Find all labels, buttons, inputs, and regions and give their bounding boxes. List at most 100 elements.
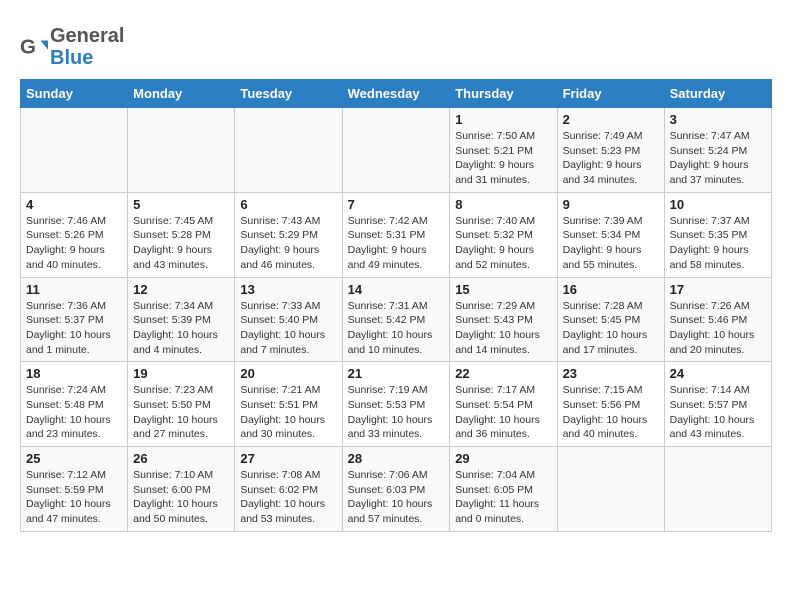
day-info: Sunrise: 7:29 AM Sunset: 5:43 PM Dayligh…: [455, 299, 551, 358]
day-cell: 6 Sunrise: 7:43 AM Sunset: 5:29 PM Daylig…: [235, 192, 342, 277]
day-info: Sunrise: 7:46 AM Sunset: 5:26 PM Dayligh…: [26, 214, 122, 273]
day-info: Sunrise: 7:08 AM Sunset: 6:02 PM Dayligh…: [240, 468, 336, 527]
day-cell: 5 Sunrise: 7:45 AM Sunset: 5:28 PM Daylig…: [128, 192, 235, 277]
day-info: Sunrise: 7:24 AM Sunset: 5:48 PM Dayligh…: [26, 383, 122, 442]
day-number: 20: [240, 366, 336, 381]
day-cell: 11 Sunrise: 7:36 AM Sunset: 5:37 PM Dayli…: [21, 277, 128, 362]
day-number: 26: [133, 451, 229, 466]
day-number: 27: [240, 451, 336, 466]
column-header-saturday: Saturday: [664, 80, 771, 108]
day-cell: 10 Sunrise: 7:37 AM Sunset: 5:35 PM Dayli…: [664, 192, 771, 277]
day-info: Sunrise: 7:04 AM Sunset: 6:05 PM Dayligh…: [455, 468, 551, 527]
day-number: 29: [455, 451, 551, 466]
day-info: Sunrise: 7:26 AM Sunset: 5:46 PM Dayligh…: [670, 299, 766, 358]
day-number: 12: [133, 282, 229, 297]
day-number: 3: [670, 112, 766, 127]
day-info: Sunrise: 7:42 AM Sunset: 5:31 PM Dayligh…: [348, 214, 445, 273]
day-info: Sunrise: 7:36 AM Sunset: 5:37 PM Dayligh…: [26, 299, 122, 358]
day-number: 8: [455, 197, 551, 212]
day-info: Sunrise: 7:28 AM Sunset: 5:45 PM Dayligh…: [563, 299, 659, 358]
day-cell: 9 Sunrise: 7:39 AM Sunset: 5:34 PM Daylig…: [557, 192, 664, 277]
day-number: 10: [670, 197, 766, 212]
day-cell: 23Sunrise: 7:15 AM Sunset: 5:56 PM Dayli…: [557, 362, 664, 447]
day-number: 28: [348, 451, 445, 466]
day-info: Sunrise: 7:06 AM Sunset: 6:03 PM Dayligh…: [348, 468, 445, 527]
day-info: Sunrise: 7:23 AM Sunset: 5:50 PM Dayligh…: [133, 383, 229, 442]
day-cell: [664, 447, 771, 532]
day-number: 21: [348, 366, 445, 381]
day-cell: 28 Sunrise: 7:06 AM Sunset: 6:03 PM Dayli…: [342, 447, 450, 532]
day-cell: 4 Sunrise: 7:46 AM Sunset: 5:26 PM Daylig…: [21, 192, 128, 277]
day-number: 22: [455, 366, 551, 381]
column-header-wednesday: Wednesday: [342, 80, 450, 108]
day-info: Sunrise: 7:39 AM Sunset: 5:34 PM Dayligh…: [563, 214, 659, 273]
day-cell: 7 Sunrise: 7:42 AM Sunset: 5:31 PM Daylig…: [342, 192, 450, 277]
column-header-tuesday: Tuesday: [235, 80, 342, 108]
week-row-3: 11 Sunrise: 7:36 AM Sunset: 5:37 PM Dayli…: [21, 277, 772, 362]
day-cell: [235, 108, 342, 193]
day-cell: [21, 108, 128, 193]
day-number: 25: [26, 451, 122, 466]
day-info: Sunrise: 7:50 AM Sunset: 5:21 PM Dayligh…: [455, 129, 551, 188]
day-cell: 14 Sunrise: 7:31 AM Sunset: 5:42 PM Dayli…: [342, 277, 450, 362]
day-number: 4: [26, 197, 122, 212]
day-number: 13: [240, 282, 336, 297]
day-number: 14: [348, 282, 445, 297]
day-cell: 24Sunrise: 7:14 AM Sunset: 5:57 PM Dayli…: [664, 362, 771, 447]
day-info: Sunrise: 7:33 AM Sunset: 5:40 PM Dayligh…: [240, 299, 336, 358]
day-cell: 22 Sunrise: 7:17 AM Sunset: 5:54 PM Dayli…: [450, 362, 557, 447]
day-cell: 20 Sunrise: 7:21 AM Sunset: 5:51 PM Dayli…: [235, 362, 342, 447]
day-info: Sunrise: 7:21 AM Sunset: 5:51 PM Dayligh…: [240, 383, 336, 442]
day-info: Sunrise: 7:45 AM Sunset: 5:28 PM Dayligh…: [133, 214, 229, 273]
day-info: Sunrise: 7:40 AM Sunset: 5:32 PM Dayligh…: [455, 214, 551, 273]
day-info: Sunrise: 7:37 AM Sunset: 5:35 PM Dayligh…: [670, 214, 766, 273]
day-cell: 18 Sunrise: 7:24 AM Sunset: 5:48 PM Dayli…: [21, 362, 128, 447]
svg-text:G: G: [20, 36, 36, 59]
day-info: Sunrise: 7:49 AM Sunset: 5:23 PM Dayligh…: [563, 129, 659, 188]
day-number: 17: [670, 282, 766, 297]
day-info: Sunrise: 7:14 AM Sunset: 5:57 PM Dayligh…: [670, 383, 766, 442]
day-number: 15: [455, 282, 551, 297]
day-cell: 25Sunrise: 7:12 AM Sunset: 5:59 PM Dayli…: [21, 447, 128, 532]
day-info: Sunrise: 7:17 AM Sunset: 5:54 PM Dayligh…: [455, 383, 551, 442]
logo: G General Blue: [20, 25, 124, 69]
day-number: 9: [563, 197, 659, 212]
calendar-table: SundayMondayTuesdayWednesdayThursdayFrid…: [20, 79, 772, 532]
day-cell: 3Sunrise: 7:47 AM Sunset: 5:24 PM Daylig…: [664, 108, 771, 193]
column-header-friday: Friday: [557, 80, 664, 108]
day-info: Sunrise: 7:34 AM Sunset: 5:39 PM Dayligh…: [133, 299, 229, 358]
day-number: 6: [240, 197, 336, 212]
day-number: 16: [563, 282, 659, 297]
week-row-5: 25Sunrise: 7:12 AM Sunset: 5:59 PM Dayli…: [21, 447, 772, 532]
day-cell: 21Sunrise: 7:19 AM Sunset: 5:53 PM Dayli…: [342, 362, 450, 447]
week-row-4: 18 Sunrise: 7:24 AM Sunset: 5:48 PM Dayli…: [21, 362, 772, 447]
day-cell: [342, 108, 450, 193]
column-header-thursday: Thursday: [450, 80, 557, 108]
day-info: Sunrise: 7:31 AM Sunset: 5:42 PM Dayligh…: [348, 299, 445, 358]
day-cell: 16 Sunrise: 7:28 AM Sunset: 5:45 PM Dayli…: [557, 277, 664, 362]
day-number: 5: [133, 197, 229, 212]
day-cell: 26Sunrise: 7:10 AM Sunset: 6:00 PM Dayli…: [128, 447, 235, 532]
day-cell: 2 Sunrise: 7:49 AM Sunset: 5:23 PM Daylig…: [557, 108, 664, 193]
day-cell: 19Sunrise: 7:23 AM Sunset: 5:50 PM Dayli…: [128, 362, 235, 447]
calendar-header-row: SundayMondayTuesdayWednesdayThursdayFrid…: [21, 80, 772, 108]
day-number: 18: [26, 366, 122, 381]
day-number: 2: [563, 112, 659, 127]
day-cell: [557, 447, 664, 532]
day-number: 1: [455, 112, 551, 127]
week-row-2: 4 Sunrise: 7:46 AM Sunset: 5:26 PM Daylig…: [21, 192, 772, 277]
day-info: Sunrise: 7:15 AM Sunset: 5:56 PM Dayligh…: [563, 383, 659, 442]
day-number: 7: [348, 197, 445, 212]
column-header-monday: Monday: [128, 80, 235, 108]
day-cell: 12 Sunrise: 7:34 AM Sunset: 5:39 PM Dayli…: [128, 277, 235, 362]
day-cell: 1 Sunrise: 7:50 AM Sunset: 5:21 PM Daylig…: [450, 108, 557, 193]
day-cell: [128, 108, 235, 193]
day-info: Sunrise: 7:43 AM Sunset: 5:29 PM Dayligh…: [240, 214, 336, 273]
day-cell: 29 Sunrise: 7:04 AM Sunset: 6:05 PM Dayli…: [450, 447, 557, 532]
logo-text-line1: General: [50, 25, 124, 47]
day-number: 11: [26, 282, 122, 297]
day-cell: 8 Sunrise: 7:40 AM Sunset: 5:32 PM Daylig…: [450, 192, 557, 277]
day-cell: 15 Sunrise: 7:29 AM Sunset: 5:43 PM Dayli…: [450, 277, 557, 362]
day-cell: 13 Sunrise: 7:33 AM Sunset: 5:40 PM Dayli…: [235, 277, 342, 362]
week-row-1: 1 Sunrise: 7:50 AM Sunset: 5:21 PM Daylig…: [21, 108, 772, 193]
